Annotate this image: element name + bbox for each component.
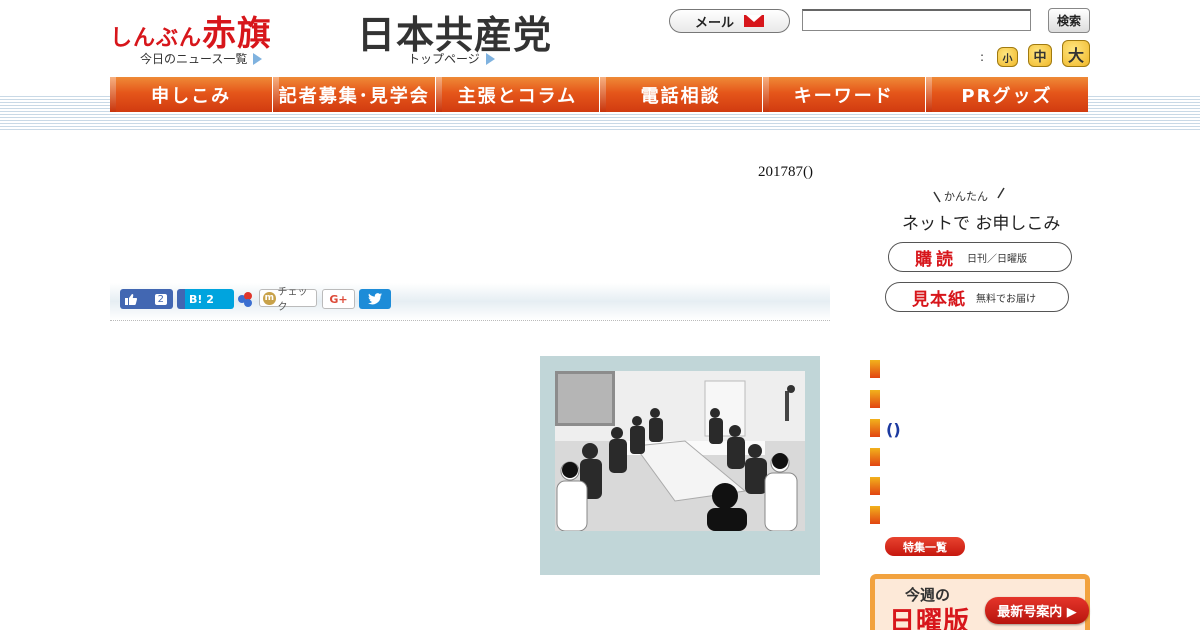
- check-label: チェック: [277, 287, 308, 313]
- subscribe-sub-label: 日刊／日曜版: [967, 253, 1027, 265]
- thumbs-up-icon: [125, 293, 137, 305]
- mail-label: メール: [694, 15, 734, 31]
- font-size-medium-button[interactable]: 中: [1028, 44, 1052, 67]
- akahata-logo[interactable]: しんぶん赤旗: [110, 6, 272, 54]
- sample-main-label: 見本紙: [912, 289, 966, 310]
- font-size-large-button[interactable]: 大: [1062, 40, 1090, 67]
- search-button[interactable]: 検索: [1048, 8, 1090, 33]
- nav-item-pr-goods[interactable]: PRグッズ: [925, 77, 1089, 112]
- list-bullet: [870, 477, 880, 495]
- subscribe-main-label: 購読: [915, 249, 957, 270]
- font-size-colon: :: [980, 50, 985, 64]
- nav-item-phone-consult[interactable]: 電話相談: [599, 77, 763, 112]
- subscribe-button[interactable]: 購読 日刊／日曜版: [888, 242, 1072, 272]
- facebook-like-button[interactable]: 2: [120, 289, 173, 309]
- twitter-bird-icon: [368, 293, 382, 305]
- mail-button[interactable]: メール: [669, 9, 790, 33]
- article-date: 201787(): [758, 164, 813, 180]
- feature-item-link[interactable]: (): [886, 420, 901, 439]
- list-bullet: [870, 390, 880, 408]
- article-photo-frame: [540, 356, 820, 575]
- nav-item-keywords[interactable]: キーワード: [762, 77, 926, 112]
- news-list-label: 今日のニュース一覧: [140, 52, 248, 66]
- like-count: 2: [154, 293, 167, 305]
- font-size-small-button[interactable]: 小: [997, 47, 1018, 67]
- mixi-icon[interactable]: [238, 292, 254, 308]
- hatena-bookmark-button[interactable]: B! 2: [177, 289, 234, 309]
- list-bullet: [870, 448, 880, 466]
- top-page-link[interactable]: トップページ: [408, 50, 495, 67]
- logo-big-text: 赤旗: [202, 14, 273, 54]
- sample-paper-button[interactable]: 見本紙 無料でお届け: [885, 282, 1069, 312]
- net-prefix: ネットで: [902, 214, 970, 234]
- article-photo[interactable]: [555, 371, 805, 531]
- tweet-button[interactable]: [359, 289, 391, 309]
- top-page-label: トップページ: [408, 52, 480, 66]
- net-apply-heading: ネットで お申しこみ: [902, 209, 1060, 234]
- hatena-label: B!: [189, 292, 203, 306]
- google-plus-button[interactable]: G+: [322, 289, 355, 309]
- latest-issue-button[interactable]: 最新号案内 ▶: [985, 597, 1089, 624]
- nav-item-apply[interactable]: 申しこみ: [110, 77, 274, 112]
- kantan-label: かんたん: [944, 190, 988, 203]
- list-bullet: [870, 506, 880, 524]
- nav-item-editorials[interactable]: 主張とコラム: [436, 77, 600, 112]
- logo-small-text: しんぶん: [110, 26, 203, 51]
- search-input[interactable]: [802, 9, 1031, 31]
- sunday-title: 日曜版: [889, 607, 971, 630]
- share-bar: 2 B! 2 m チェック G+: [110, 283, 830, 321]
- nav-item-recruit[interactable]: 記者募集･見学会: [273, 77, 437, 112]
- sample-sub-label: 無料でお届け: [976, 293, 1036, 305]
- list-bullet: [870, 419, 880, 437]
- arrow-right-icon: [253, 53, 263, 65]
- arrow-right-icon: [485, 53, 495, 65]
- mixi-check-button[interactable]: m チェック: [259, 287, 317, 313]
- main-nav: 申しこみ 記者募集･見学会 主張とコラム 電話相談 キーワード PRグッズ: [110, 77, 1089, 112]
- envelope-icon: [744, 15, 764, 27]
- list-bullet: [870, 360, 880, 378]
- mixi-m-icon: m: [263, 291, 276, 305]
- net-suffix: お申しこみ: [975, 214, 1061, 234]
- page: しんぶん赤旗 今日のニュース一覧 日本共産党 トップページ メール 検索 : 小…: [0, 0, 1200, 630]
- hatena-count: 2: [206, 292, 214, 306]
- feature-list-button[interactable]: 特集一覧: [885, 537, 965, 556]
- news-list-link[interactable]: 今日のニュース一覧: [140, 50, 263, 67]
